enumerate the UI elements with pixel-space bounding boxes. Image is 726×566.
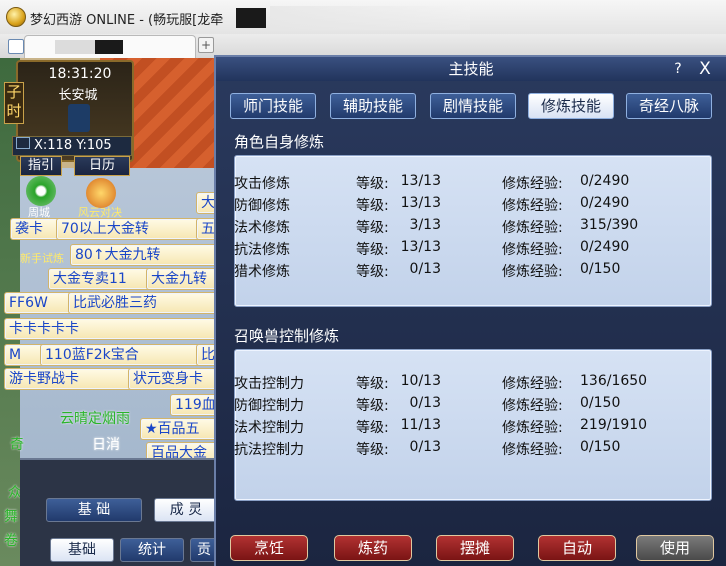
panel-title: 主技能	[216, 57, 726, 81]
subtab-stats[interactable]: 统计	[120, 538, 184, 562]
tab-growth[interactable]: 成 灵	[154, 498, 218, 522]
tab-assist-skills[interactable]: 辅助技能	[330, 93, 416, 119]
use-button[interactable]: 使用	[636, 535, 714, 561]
exp-label: 修炼经验:	[502, 398, 563, 414]
skill-name: 法术修炼	[234, 220, 290, 236]
exp-value: 0/2490	[580, 173, 630, 189]
level-value: 10/13	[400, 373, 441, 389]
skill-name: 抗法修炼	[234, 242, 290, 258]
level-label: 等级:	[356, 242, 389, 258]
close-icon[interactable]: X	[694, 59, 716, 79]
level-value: 13/13	[400, 173, 441, 189]
redacted-block	[95, 40, 123, 54]
tab-cultivation-skills[interactable]: 修炼技能	[528, 93, 614, 119]
calendar-button[interactable]: 日历	[74, 156, 130, 176]
skill-name: 攻击修炼	[234, 176, 290, 192]
tab-meridian-skills[interactable]: 奇经八脉	[626, 93, 712, 119]
page-icon	[8, 39, 24, 54]
exp-label: 修炼经验:	[502, 176, 563, 192]
level-label: 等级:	[356, 376, 389, 392]
subtab-basic[interactable]: 基础	[50, 538, 114, 562]
tab-story-skills[interactable]: 剧情技能	[430, 93, 516, 119]
exp-value: 219/1910	[580, 417, 648, 433]
level-label: 等级:	[356, 420, 389, 436]
skill-name: 法术控制力	[234, 420, 304, 436]
skill-name: 防御控制力	[234, 398, 304, 414]
blurred-area	[270, 6, 470, 30]
eye-orb-icon[interactable]	[26, 176, 56, 206]
level-value: 11/13	[400, 417, 441, 433]
skill-name: 抗法控制力	[234, 442, 304, 458]
level-value: 13/13	[400, 195, 441, 211]
city-name: 长安城	[58, 88, 98, 103]
level-value: 13/13	[400, 239, 441, 255]
skill-name: 猎术修炼	[234, 264, 290, 280]
exp-value: 0/2490	[580, 239, 630, 255]
level-label: 等级:	[356, 220, 389, 236]
character-info-panel: 基 础 成 灵 基础 统计 贡	[20, 458, 218, 566]
exp-label: 修炼经验:	[502, 220, 563, 236]
skill-name: 防御修炼	[234, 198, 290, 214]
exp-label: 修炼经验:	[502, 442, 563, 458]
player-name-label: 舞	[4, 509, 18, 525]
exp-value: 0/150	[580, 261, 621, 277]
level-label: 等级:	[356, 442, 389, 458]
auto-button[interactable]: 自动	[538, 535, 616, 561]
alchemy-button[interactable]: 炼药	[334, 535, 412, 561]
player-name-label: 卷	[4, 533, 18, 549]
clock-time: 18:31:20	[48, 66, 112, 82]
level-label: 等级:	[356, 398, 389, 414]
level-value: 0/13	[409, 395, 441, 411]
cooking-button[interactable]: 烹饪	[230, 535, 308, 561]
exp-label: 修炼经验:	[502, 264, 563, 280]
level-value: 3/13	[409, 217, 441, 233]
exp-value: 0/150	[580, 439, 621, 455]
hour-badge: 子时	[4, 82, 24, 124]
tab-sect-skills[interactable]: 师门技能	[230, 93, 316, 119]
level-label: 等级:	[356, 198, 389, 214]
section-pet-control: 召唤兽控制修炼	[234, 327, 340, 345]
blurred-area	[55, 40, 95, 54]
level-label: 等级:	[356, 176, 389, 192]
guide-button[interactable]: 指引	[20, 156, 62, 176]
coordinates-display: X:118 Y:105	[12, 136, 132, 156]
exp-value: 0/150	[580, 395, 621, 411]
help-icon[interactable]: ?	[668, 59, 688, 79]
role-cultivation-box	[234, 155, 712, 307]
section-role-cultivation: 角色自身修炼	[234, 133, 325, 151]
exp-value: 0/2490	[580, 195, 630, 211]
exp-label: 修炼经验:	[502, 198, 563, 214]
level-value: 0/13	[409, 261, 441, 277]
window-titlebar: 梦幻西游 ONLINE - (畅玩服[龙牵	[0, 0, 726, 35]
exp-label: 修炼经验:	[502, 242, 563, 258]
main-skills-panel: 主技能 ? X 师门技能 辅助技能 剧情技能 修炼技能 奇经八脉 角色自身修炼 …	[214, 55, 726, 566]
player-name-label: 日消	[92, 437, 120, 453]
browser-tab[interactable]: ×	[24, 35, 216, 58]
level-value: 0/13	[409, 439, 441, 455]
tab-basic[interactable]: 基 础	[46, 498, 142, 522]
level-label: 等级:	[356, 264, 389, 280]
map-icon	[16, 137, 30, 149]
new-tab-button[interactable]: +	[198, 37, 214, 53]
player-name-label: 奇	[10, 437, 24, 453]
skill-name: 攻击控制力	[234, 376, 304, 392]
exp-value: 315/390	[580, 217, 639, 233]
exp-value: 136/1650	[580, 373, 648, 389]
coordinates-text: X:118 Y:105	[34, 138, 112, 153]
night-sky-icon	[68, 104, 90, 132]
window-title: 梦幻西游 ONLINE - (畅玩服[龙牵	[30, 13, 224, 28]
label-text: 新手试炼	[20, 252, 64, 265]
redacted-block	[236, 8, 266, 28]
exp-label: 修炼经验:	[502, 420, 563, 436]
app-logo-icon	[6, 7, 26, 27]
stall-button[interactable]: 摆摊	[436, 535, 514, 561]
player-name-label: 云晴定烟雨	[60, 411, 130, 427]
exp-label: 修炼经验:	[502, 376, 563, 392]
